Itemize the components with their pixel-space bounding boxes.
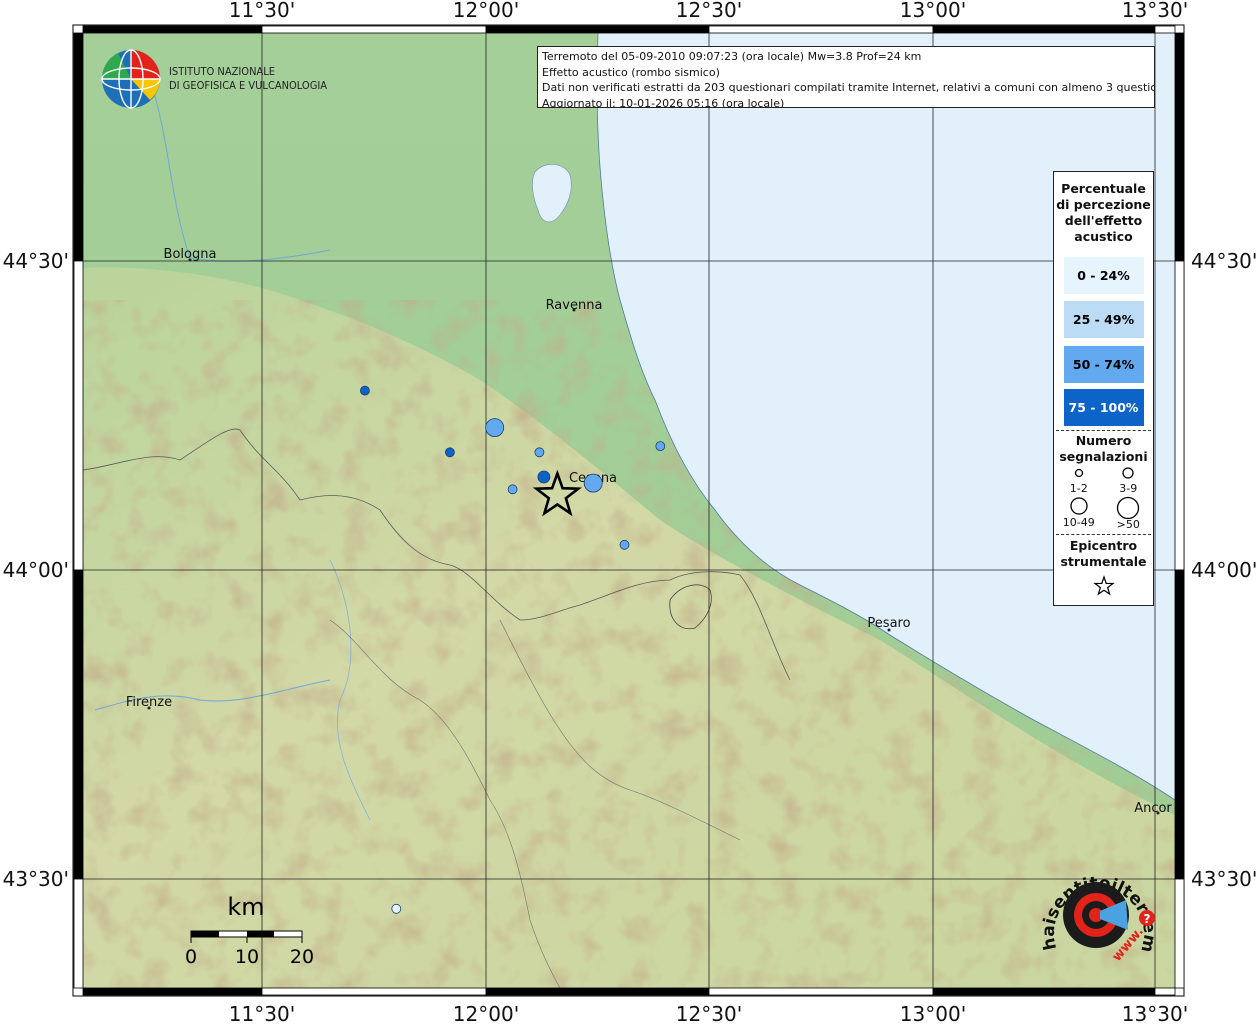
lat-label: 44°00': [3, 558, 69, 582]
frame-tick: [82, 987, 263, 996]
observation-point: [507, 484, 518, 495]
observation-point: [619, 539, 630, 550]
frame-tick: [261, 25, 487, 34]
frame-tick: [485, 25, 710, 34]
star-icon: [1092, 575, 1115, 596]
legend-count-title: Numero segnalazioni: [1059, 433, 1148, 464]
city-pesaro: Pesaro: [867, 616, 910, 631]
legend-class: 75 - 100%: [1063, 389, 1144, 426]
frame-tick: [1154, 25, 1176, 34]
lat-label: 44°30': [3, 249, 69, 273]
city-ravenna: Ravenna: [546, 298, 603, 313]
longitude-labels-bottom: 11°30' 12°00' 12°30' 13°00' 13°30': [229, 1002, 1188, 1024]
frame-tick: [73, 569, 84, 880]
event-line: Terremoto del 05-09-2010 09:07:23 (ora l…: [542, 50, 922, 63]
frame-tick: [1174, 878, 1185, 989]
count-item: >50: [1104, 496, 1152, 530]
institute-name: DI GEOFISICA E VULCANOLOGIA: [169, 79, 327, 92]
legend-class: 0 - 24%: [1063, 257, 1144, 294]
frame-tick: [73, 32, 84, 262]
count-row: 10-49 >50: [1054, 496, 1153, 530]
observation-point: [444, 447, 455, 458]
observation-point: [391, 903, 402, 914]
lat-label: 43°30': [3, 867, 69, 891]
lon-label: 11°30': [229, 1002, 295, 1024]
institute-name: ISTITUTO NAZIONALE: [169, 65, 275, 78]
lat-label: 44°00': [1191, 558, 1256, 582]
frame-tick: [932, 987, 1156, 996]
scale-tick: 20: [290, 946, 314, 968]
lat-label: 43°30': [1191, 867, 1256, 891]
scale-tick: 0: [185, 946, 197, 968]
lon-label: 12°00': [453, 1002, 519, 1024]
svg-text:?: ?: [1144, 912, 1151, 926]
scale-tick: 10: [235, 946, 259, 968]
event-info-box: Terremoto del 05-09-2010 09:07:23 (ora l…: [537, 46, 1155, 108]
lon-label: 12°30': [676, 1002, 742, 1024]
count-item: 10-49: [1055, 496, 1103, 530]
frame-tick: [1154, 987, 1176, 996]
frame-tick: [82, 25, 263, 34]
frame-tick: [708, 25, 934, 34]
count-item: 3-9: [1104, 465, 1152, 494]
observation-point: [485, 418, 505, 438]
lon-label: 13°30': [1122, 0, 1188, 22]
observation-point: [534, 447, 545, 458]
legend-class: 50 - 74%: [1063, 346, 1144, 383]
frame-tick: [1174, 260, 1185, 571]
lon-label: 13°00': [900, 0, 966, 22]
count-item: 1-2: [1055, 465, 1103, 494]
map-legend: Percentuale di percezione dell'effetto a…: [1053, 171, 1154, 606]
circle-small-icon: [1074, 468, 1083, 478]
observation-point: [583, 473, 603, 493]
legend-epicenter-title: Epicentro strumentale: [1060, 538, 1147, 569]
lon-label: 13°30': [1122, 1002, 1188, 1024]
frame-tick: [485, 987, 710, 996]
event-line: Aggiornato il: 10-01-2026 05:16 (ora loc…: [542, 96, 785, 108]
lat-label: 44°30': [1191, 249, 1256, 273]
latitude-labels-left: 44°30' 44°00' 43°30': [3, 249, 69, 891]
event-line: Effetto acustico (rombo sismico): [542, 65, 720, 79]
frame-tick: [261, 987, 487, 996]
observation-point: [359, 385, 370, 396]
city-bologna: Bologna: [164, 247, 217, 262]
frame-tick: [73, 260, 84, 571]
circle-xlarge-icon: [1117, 496, 1140, 520]
circle-large-icon: [1070, 497, 1088, 515]
observation-point: [537, 470, 551, 484]
legend-class: 25 - 49%: [1063, 301, 1144, 338]
observation-point: [655, 441, 666, 452]
frame-tick: [708, 987, 934, 996]
count-row: 1-2 3-9: [1054, 465, 1153, 494]
city-ancona: Ancor: [1134, 801, 1172, 816]
lon-label: 11°30': [229, 0, 295, 22]
frame-tick: [932, 25, 1156, 34]
longitude-labels-top: 11°30' 12°00' 12°30' 13°00' 13°30': [229, 0, 1188, 22]
frame-tick: [73, 878, 84, 989]
latitude-labels-right: 44°30' 44°00' 43°30': [1191, 249, 1256, 891]
frame-tick: [1174, 569, 1185, 880]
lon-label: 12°30': [676, 0, 742, 22]
scale-unit: km: [227, 893, 264, 921]
lon-label: 12°00': [453, 0, 519, 22]
city-firenze: Firenze: [126, 695, 172, 710]
lon-label: 13°00': [900, 1002, 966, 1024]
frame-tick: [1174, 32, 1185, 262]
legend-title: Percentuale di percezione dell'effetto a…: [1056, 181, 1151, 244]
circle-medium-icon: [1122, 467, 1134, 479]
event-line: Dati non verificati estratti da 203 ques…: [542, 81, 1155, 94]
